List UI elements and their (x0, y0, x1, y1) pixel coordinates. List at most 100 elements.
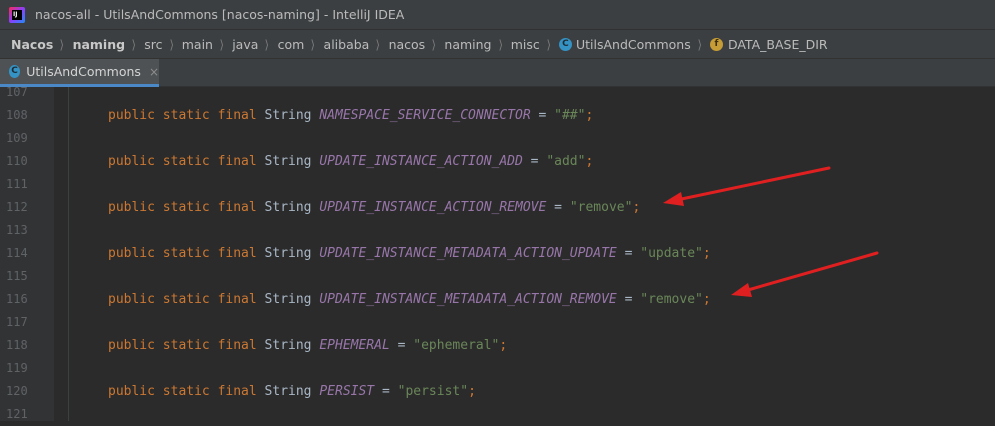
assign-operator: = (624, 246, 633, 261)
modifiers: public static final (108, 338, 257, 353)
code-editor[interactable]: 107 108 public static final String NAMESPA… (0, 85, 995, 421)
modifiers: public static final (108, 384, 257, 399)
close-icon[interactable]: × (149, 65, 159, 79)
semicolon: ; (585, 108, 594, 123)
constant-name: PERSIST (319, 384, 375, 399)
breadcrumb-item[interactable]: src (144, 37, 162, 52)
type-name: String (264, 292, 312, 307)
breadcrumb-label: naming (72, 36, 126, 52)
string-literal: "add" (546, 154, 586, 169)
breadcrumb-item[interactable]: alibaba (324, 37, 370, 52)
code-line[interactable]: 120 public static final String PERSIST = … (0, 380, 995, 403)
line-number: 116 (6, 292, 28, 306)
breadcrumb-item[interactable]: nacos (389, 37, 426, 52)
semicolon: ; (702, 292, 711, 307)
breadcrumb-item[interactable]: Nacos (11, 37, 53, 52)
code-line[interactable]: 107 (0, 81, 995, 104)
string-literal: "persist" (397, 384, 469, 399)
breadcrumb-separator-icon: ❭ (59, 37, 65, 51)
breadcrumb-separator-icon: ❭ (431, 37, 437, 51)
assign-operator: = (530, 154, 539, 169)
code-line[interactable]: 111 (0, 173, 995, 196)
assign-operator: = (554, 200, 562, 215)
code-text: public static final String UPDATE_INSTAN… (108, 288, 711, 311)
type-name: String (264, 200, 312, 215)
constant-name: UPDATE_INSTANCE_METADATA_ACTION_REMOVE (319, 292, 617, 307)
modifiers: public static final (108, 246, 257, 261)
code-line[interactable]: 118 public static final String EPHEMERAL … (0, 334, 995, 357)
line-number: 113 (6, 223, 28, 237)
modifiers: public static final (108, 154, 257, 169)
code-line[interactable]: 119 (0, 357, 995, 380)
breadcrumb-label: main (181, 36, 213, 52)
breadcrumb-label: Nacos (11, 36, 54, 52)
breadcrumb-item[interactable]: naming (444, 37, 491, 52)
breadcrumb-separator-icon: ❭ (264, 37, 270, 51)
window-title: nacos-all - UtilsAndCommons [nacos-namin… (35, 7, 405, 22)
breadcrumb-separator-icon: ❭ (696, 37, 703, 51)
line-number: 108 (6, 108, 28, 122)
field-icon: f (709, 37, 723, 51)
code-line[interactable]: 117 (0, 311, 995, 334)
breadcrumb-item[interactable]: com (278, 37, 305, 52)
breadcrumb-item[interactable]: misc (511, 37, 540, 52)
modifiers: public static final (108, 200, 257, 215)
modifiers: public static final (108, 292, 257, 307)
string-literal: "remove" (569, 200, 633, 215)
code-text: public static final String UPDATE_INSTAN… (108, 196, 640, 219)
intellij-logo-icon: IJ (9, 6, 25, 23)
string-literal: "##" (554, 108, 586, 123)
breadcrumb-label: naming (444, 36, 492, 52)
line-number: 112 (6, 200, 28, 214)
breadcrumb-label: misc (510, 36, 540, 52)
code-line[interactable]: 112 public static final String UPDATE_INS… (0, 196, 995, 219)
line-number: 121 (6, 407, 28, 421)
constant-name: UPDATE_INSTANCE_METADATA_ACTION_UPDATE (319, 246, 617, 261)
type-name: String (264, 338, 312, 353)
modifiers: public static final (108, 108, 257, 123)
constant-name: EPHEMERAL (319, 338, 390, 353)
breadcrumb-label: UtilsAndCommons (575, 36, 691, 52)
breadcrumb: Nacos ❭ naming ❭ src ❭ main ❭ java ❭ com ❭ alibaba ❭ n… (0, 30, 995, 59)
breadcrumb-separator-icon: ❭ (375, 37, 381, 51)
assign-operator: = (381, 384, 390, 399)
semicolon: ; (702, 246, 711, 261)
line-number: 115 (6, 269, 28, 283)
semicolon: ; (585, 154, 594, 169)
string-literal: "ephemeral" (413, 338, 500, 353)
code-line[interactable]: 109 (0, 127, 995, 150)
string-literal: "update" (640, 246, 703, 261)
code-line[interactable]: 110 public static final String UPDATE_INS… (0, 150, 995, 173)
line-number: 110 (6, 154, 28, 168)
class-icon: C (9, 65, 21, 78)
breadcrumb-label: alibaba (323, 36, 370, 52)
type-name: String (264, 384, 312, 399)
class-icon: C (558, 37, 572, 51)
breadcrumb-item[interactable]: C UtilsAndCommons (558, 36, 691, 52)
breadcrumb-item[interactable]: java (232, 37, 258, 52)
code-line[interactable]: 108 public static final String NAMESPACE_… (0, 104, 995, 127)
tab-label: UtilsAndCommons (26, 64, 141, 79)
code-line[interactable]: 121 (0, 403, 995, 426)
semicolon: ; (499, 338, 508, 353)
assign-operator: = (624, 292, 633, 307)
code-text: public static final String UPDATE_INSTAN… (108, 150, 593, 173)
assign-operator: = (397, 338, 406, 353)
code-line[interactable]: 114 public static final String UPDATE_INS… (0, 242, 995, 265)
breadcrumb-item[interactable]: naming (73, 37, 126, 52)
breadcrumb-separator-icon: ❭ (218, 37, 225, 51)
code-line[interactable]: 113 (0, 219, 995, 242)
code-line[interactable]: 115 (0, 265, 995, 288)
breadcrumb-item[interactable]: f DATA_BASE_DIR (709, 36, 828, 52)
breadcrumb-label: DATA_BASE_DIR (727, 36, 828, 52)
line-number: 111 (6, 177, 28, 191)
breadcrumb-separator-icon: ❭ (310, 37, 316, 51)
breadcrumb-separator-icon: ❭ (130, 37, 137, 51)
line-number: 118 (6, 338, 28, 352)
title-bar: IJ nacos-all - UtilsAndCommons [nacos-na… (0, 0, 995, 30)
breadcrumb-item[interactable]: main (182, 37, 213, 52)
code-line[interactable]: 116 public static final String UPDATE_INS… (0, 288, 995, 311)
breadcrumb-label: nacos (388, 36, 426, 52)
breadcrumb-separator-icon: ❭ (497, 37, 503, 51)
string-literal: "remove" (640, 292, 703, 307)
